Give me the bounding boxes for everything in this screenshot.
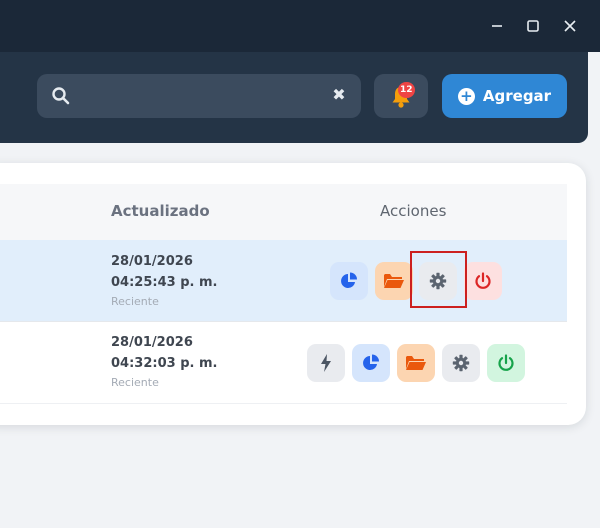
row-date: 28/01/2026	[111, 335, 193, 350]
bolt-icon	[321, 354, 331, 372]
add-button[interactable]: + Agregar	[442, 74, 567, 118]
window-titlebar	[0, 0, 600, 52]
power-on-button[interactable]	[487, 344, 525, 382]
open-folder-button[interactable]	[397, 344, 435, 382]
add-button-label: Agregar	[482, 87, 552, 105]
table-row[interactable]	[0, 322, 567, 404]
chart-pie-icon	[341, 272, 357, 288]
table-header	[0, 184, 567, 240]
gear-icon	[452, 354, 470, 372]
close-icon[interactable]: ✖	[329, 85, 349, 105]
minimize-icon[interactable]	[484, 13, 510, 39]
maximize-icon[interactable]	[520, 13, 546, 39]
row-date: 28/01/2026	[111, 254, 193, 269]
notification-count-badge: 12	[398, 82, 415, 98]
open-folder-button[interactable]	[375, 262, 413, 300]
power-icon	[498, 354, 514, 371]
row-status: Reciente	[111, 376, 159, 389]
stats-button[interactable]	[352, 344, 390, 382]
selection-highlight	[410, 251, 467, 308]
power-off-button[interactable]	[464, 262, 502, 300]
column-header-actions: Acciones	[380, 202, 447, 220]
close-icon[interactable]	[557, 13, 583, 39]
stats-button[interactable]	[330, 262, 368, 300]
search-icon	[51, 86, 71, 110]
power-icon	[475, 272, 491, 289]
notifications-button[interactable]: 12	[374, 74, 428, 118]
column-header-updated[interactable]: Actualizado	[111, 202, 210, 220]
row-time: 04:32:03 p. m.	[111, 356, 218, 371]
row-status: Reciente	[111, 295, 159, 308]
folder-open-icon	[384, 274, 404, 288]
run-button[interactable]	[307, 344, 345, 382]
row-time: 04:25:43 p. m.	[111, 275, 218, 290]
plus-circle-icon: +	[457, 87, 475, 105]
search-input[interactable]	[81, 74, 325, 120]
search-box[interactable]: ✖	[37, 74, 361, 120]
folder-open-icon	[406, 356, 426, 370]
chart-pie-icon	[363, 354, 379, 370]
settings-button[interactable]	[442, 344, 480, 382]
